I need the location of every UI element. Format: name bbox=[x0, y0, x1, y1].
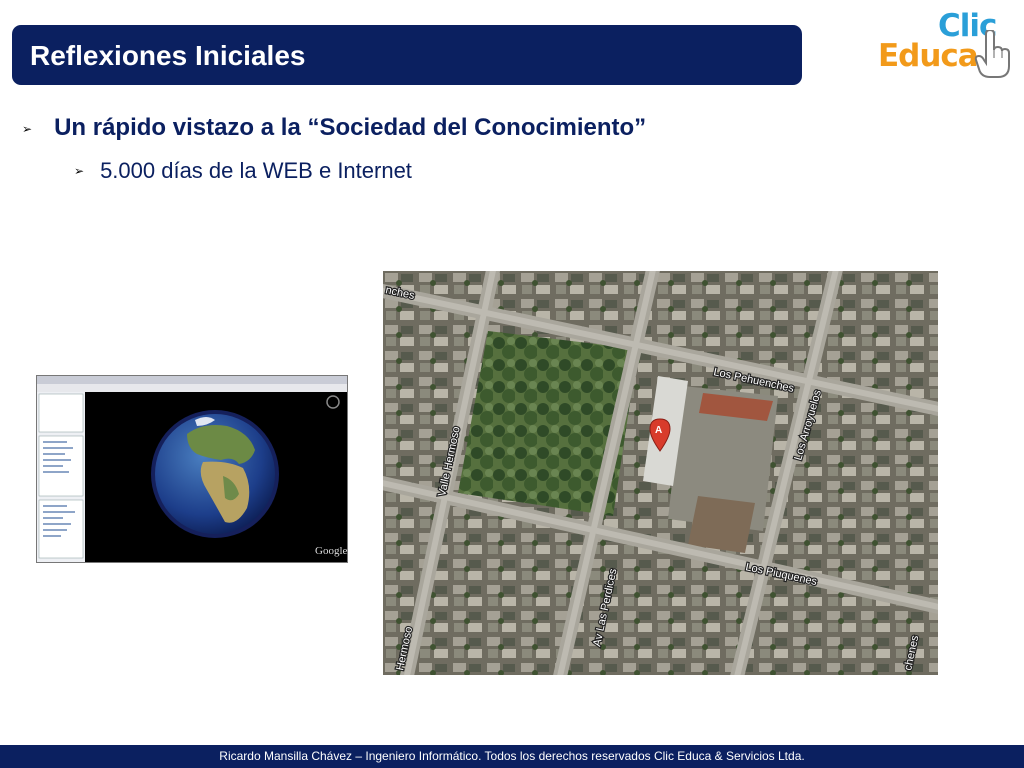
satellite-map: Los Pehuenches Los Arroyuelos Valle Herm… bbox=[383, 271, 938, 675]
bullet-text-level2: 5.000 días de la WEB e Internet bbox=[100, 158, 412, 183]
slide-title-bar: Reflexiones Iniciales bbox=[12, 25, 802, 85]
bullet-arrow-icon: ➢ bbox=[74, 164, 85, 178]
logo-educa-text: Educa bbox=[878, 38, 979, 74]
google-earth-screenshot: Google bbox=[36, 375, 348, 563]
clic-educa-logo: Clic Educa bbox=[876, 8, 1012, 80]
map-marker-label: A bbox=[655, 425, 662, 436]
bullet-text-level1: Un rápido vistazo a la “Sociedad del Con… bbox=[54, 114, 647, 141]
slide-footer: Ricardo Mansilla Chávez – Ingeniero Info… bbox=[0, 745, 1024, 768]
hand-pointer-icon bbox=[974, 30, 1010, 78]
bullet-arrow-icon: ➢ bbox=[22, 122, 33, 136]
footer-text: Ricardo Mansilla Chávez – Ingeniero Info… bbox=[219, 749, 805, 763]
bullet-item-level2: ➢ 5.000 días de la WEB e Internet bbox=[74, 158, 412, 184]
slide-title: Reflexiones Iniciales bbox=[30, 40, 306, 71]
satellite-map-image: Los Pehuenches Los Arroyuelos Valle Herm… bbox=[383, 271, 938, 675]
google-watermark: Google bbox=[315, 545, 347, 557]
google-earth-image: Google bbox=[37, 376, 347, 562]
bullet-item-level1: ➢ Un rápido vistazo a la “Sociedad del C… bbox=[22, 114, 646, 142]
